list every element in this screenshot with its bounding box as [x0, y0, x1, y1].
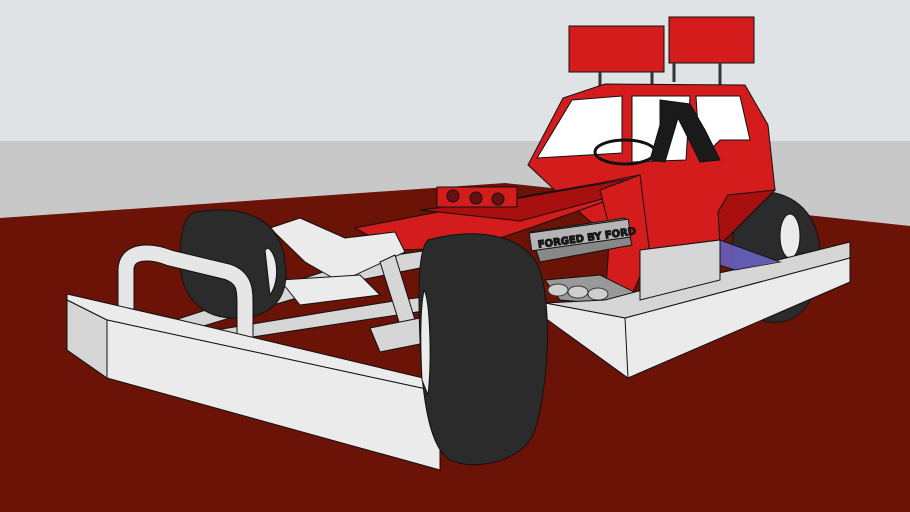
scene-canvas: FORGED BY FORD — [0, 0, 910, 512]
front-right-wheel — [418, 233, 548, 466]
sky — [0, 0, 910, 141]
model-viewport[interactable]: FORGED BY FORD — [0, 0, 910, 512]
